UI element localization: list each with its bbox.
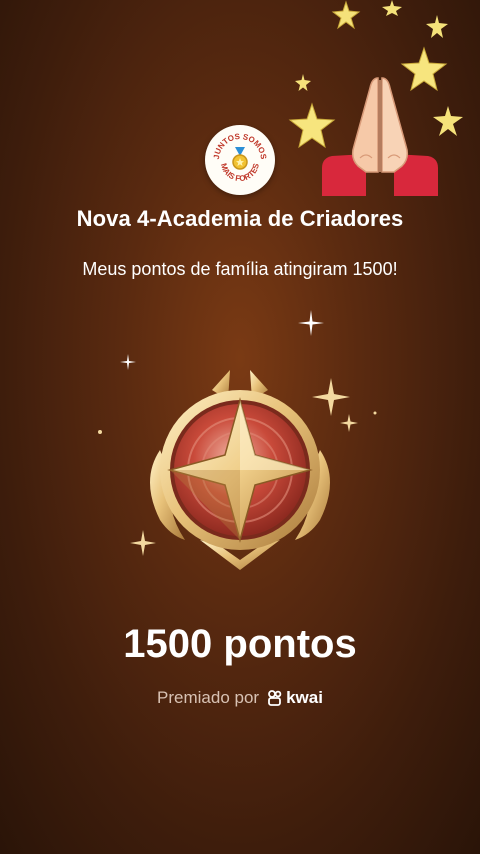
awarded-by: Premiado por kwai — [0, 688, 480, 708]
twinkle-icon — [298, 310, 324, 336]
family-name: Nova 4-Academia de Criadores — [76, 206, 404, 231]
kwai-logo-icon — [268, 690, 282, 706]
points-total: 1500 pontos — [123, 622, 357, 666]
awarded-by-label: Premiado por — [157, 688, 260, 707]
share-card: JUNTOS SOMOS MAIS FORTES Nova 4-Academia… — [0, 0, 480, 854]
sparkle-star-icon — [426, 15, 448, 38]
sparkle-star-icon — [433, 106, 463, 136]
family-avatar: JUNTOS SOMOS MAIS FORTES — [205, 125, 275, 195]
achievement-message: Meus pontos de família atingiram 1500! — [82, 259, 398, 279]
sparkle-star-icon — [295, 74, 311, 91]
sparkle-star-icon — [400, 46, 448, 92]
sparkle-star-icon — [331, 0, 361, 30]
twinkle-icon — [98, 430, 102, 434]
family-emblem-icon: JUNTOS SOMOS MAIS FORTES — [211, 131, 269, 189]
twinkle-icon — [373, 411, 377, 415]
sparkle-star-icon — [288, 102, 336, 149]
kwai-brand: kwai — [267, 688, 323, 708]
sparkle-star-icon — [382, 0, 402, 16]
kwai-brand-name: kwai — [286, 688, 323, 707]
gold-star-medal-icon — [150, 370, 330, 570]
